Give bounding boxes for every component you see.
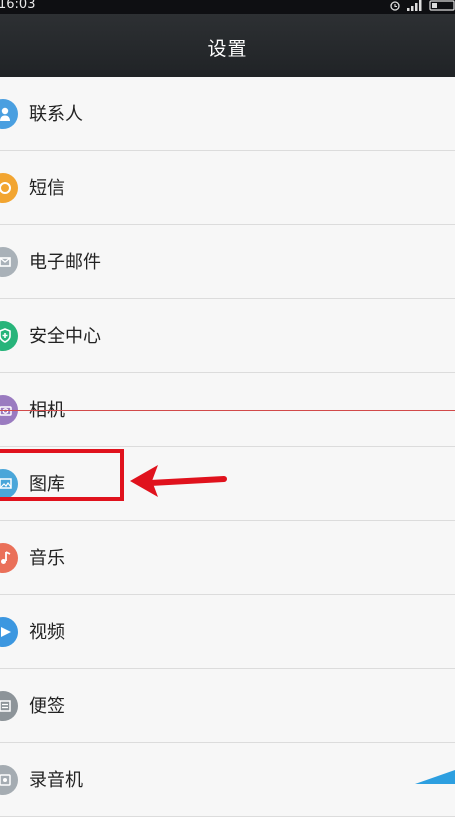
settings-item-email[interactable]: 电子邮件 — [0, 225, 455, 299]
contacts-icon — [0, 99, 18, 129]
settings-item-label: 电子邮件 — [29, 252, 101, 273]
settings-item-label: 相机 — [29, 400, 65, 421]
gallery-highlight-box — [0, 449, 124, 501]
settings-item-label: 短信 — [29, 178, 65, 199]
settings-item-label: 音乐 — [29, 548, 65, 569]
email-icon — [0, 247, 18, 277]
status-bar: 16:03 — [0, 0, 455, 14]
settings-item-notes[interactable]: 便签 — [0, 669, 455, 743]
settings-item-recorder[interactable]: 录音机 — [0, 743, 455, 817]
title-bar: 设置 — [0, 14, 455, 78]
recorder-icon — [0, 765, 18, 795]
settings-item-label: 便签 — [29, 696, 65, 717]
alarm-icon — [389, 0, 401, 15]
page-title: 设置 — [207, 38, 248, 60]
status-time: 16:03 — [0, 0, 36, 12]
settings-item-contacts[interactable]: 联系人 — [0, 77, 455, 151]
settings-item-label: 视频 — [29, 622, 65, 643]
music-icon — [0, 543, 18, 573]
security-center-icon — [0, 321, 18, 351]
settings-list: 联系人 短信 电子邮件 安全中心 相机 图库 音乐 视频 便签 录音机 — [0, 77, 455, 817]
battery-icon — [429, 0, 455, 15]
settings-item-sms[interactable]: 短信 — [0, 151, 455, 225]
red-guide-line — [0, 410, 455, 411]
signal-icon — [407, 0, 423, 15]
corner-accent — [415, 770, 455, 784]
settings-item-video[interactable]: 视频 — [0, 595, 455, 669]
settings-item-label: 联系人 — [29, 104, 83, 125]
settings-item-music[interactable]: 音乐 — [0, 521, 455, 595]
settings-item-label: 录音机 — [29, 770, 83, 791]
settings-item-label: 安全中心 — [29, 326, 101, 347]
video-icon — [0, 617, 18, 647]
pointer-arrow — [124, 459, 228, 503]
sms-icon — [0, 173, 18, 203]
notes-icon — [0, 691, 18, 721]
status-icons — [389, 0, 455, 14]
settings-item-security-center[interactable]: 安全中心 — [0, 299, 455, 373]
